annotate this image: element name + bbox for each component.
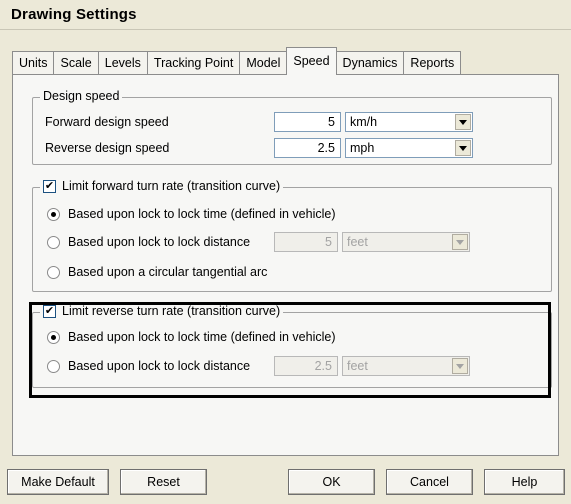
reverse-turn-rate-group: ✔ Limit reverse turn rate (transition cu… (32, 304, 552, 388)
reverse-distance-label: Based upon lock to lock distance (68, 359, 251, 373)
reverse-distance-radio[interactable] (47, 359, 60, 373)
tab-dynamics[interactable]: Dynamics (335, 51, 405, 75)
reverse-time-label: Based upon lock to lock time (defined in… (68, 330, 336, 344)
reverse-distance-unit-value: feet (347, 359, 368, 373)
reverse-option-time[interactable]: Based upon lock to lock time (defined in… (47, 330, 336, 344)
reverse-design-speed-input[interactable]: 2.5 (274, 138, 341, 158)
reverse-option-distance[interactable]: Based upon lock to lock distance (47, 359, 250, 373)
forward-distance-input[interactable]: 5 (274, 232, 338, 252)
forward-design-speed-input[interactable]: 5 (274, 112, 341, 132)
tab-units[interactable]: Units (12, 51, 55, 75)
tab-strip: Units Scale Levels Tracking Point Model … (12, 47, 462, 75)
forward-speed-unit-value: km/h (350, 115, 378, 129)
forward-distance-unit-select[interactable]: feet (342, 232, 470, 252)
reverse-distance-unit-select[interactable]: feet (342, 356, 470, 376)
forward-time-label: Based upon lock to lock time (defined in… (68, 207, 336, 221)
tab-scale[interactable]: Scale (53, 51, 99, 75)
limit-forward-turn-label: Limit forward turn rate (transition curv… (62, 179, 281, 193)
chevron-down-icon[interactable] (455, 140, 471, 156)
forward-arc-label: Based upon a circular tangential arc (68, 265, 268, 279)
tab-model[interactable]: Model (239, 51, 288, 75)
ok-button[interactable]: OK (288, 469, 375, 495)
reverse-speed-unit-select[interactable]: mph (345, 138, 473, 158)
reverse-speed-unit-value: mph (350, 141, 375, 155)
design-speed-legend: Design speed (40, 89, 123, 103)
reset-button[interactable]: Reset (120, 469, 207, 495)
make-default-button[interactable]: Make Default (7, 469, 109, 495)
chevron-down-icon[interactable] (452, 358, 468, 374)
forward-time-radio[interactable] (47, 207, 60, 221)
forward-turn-rate-group: ✔ Limit forward turn rate (transition cu… (32, 179, 552, 292)
reverse-time-radio[interactable] (47, 330, 60, 344)
window-title: Drawing Settings (11, 6, 137, 23)
reverse-design-speed-label: Reverse design speed (45, 141, 170, 155)
reverse-distance-input[interactable]: 2.5 (274, 356, 338, 376)
tab-levels[interactable]: Levels (97, 51, 148, 75)
title-bar: Drawing Settings (0, 0, 571, 30)
cancel-button[interactable]: Cancel (386, 469, 473, 495)
tab-reports[interactable]: Reports (403, 51, 462, 75)
tab-tracking-point[interactable]: Tracking Point (146, 51, 241, 75)
forward-arc-radio[interactable] (47, 265, 60, 279)
forward-option-time[interactable]: Based upon lock to lock time (defined in… (47, 207, 336, 221)
limit-reverse-turn-label: Limit reverse turn rate (transition curv… (62, 304, 281, 318)
forward-option-arc[interactable]: Based upon a circular tangential arc (47, 265, 267, 279)
limit-reverse-turn-checkbox[interactable]: ✔ (43, 304, 56, 318)
help-button[interactable]: Help (484, 469, 565, 495)
forward-distance-radio[interactable] (47, 235, 60, 249)
forward-design-speed-label: Forward design speed (45, 115, 169, 129)
limit-forward-turn-checkbox[interactable]: ✔ (43, 179, 56, 193)
forward-distance-unit-value: feet (347, 235, 368, 249)
design-speed-group: Design speed Forward design speed 5 km/h… (32, 89, 552, 165)
chevron-down-icon[interactable] (455, 114, 471, 130)
forward-distance-label: Based upon lock to lock distance (68, 235, 251, 249)
speed-tab-panel: Design speed Forward design speed 5 km/h… (12, 74, 559, 456)
tab-speed[interactable]: Speed (286, 47, 337, 75)
forward-speed-unit-select[interactable]: km/h (345, 112, 473, 132)
forward-option-distance[interactable]: Based upon lock to lock distance (47, 235, 250, 249)
chevron-down-icon[interactable] (452, 234, 468, 250)
